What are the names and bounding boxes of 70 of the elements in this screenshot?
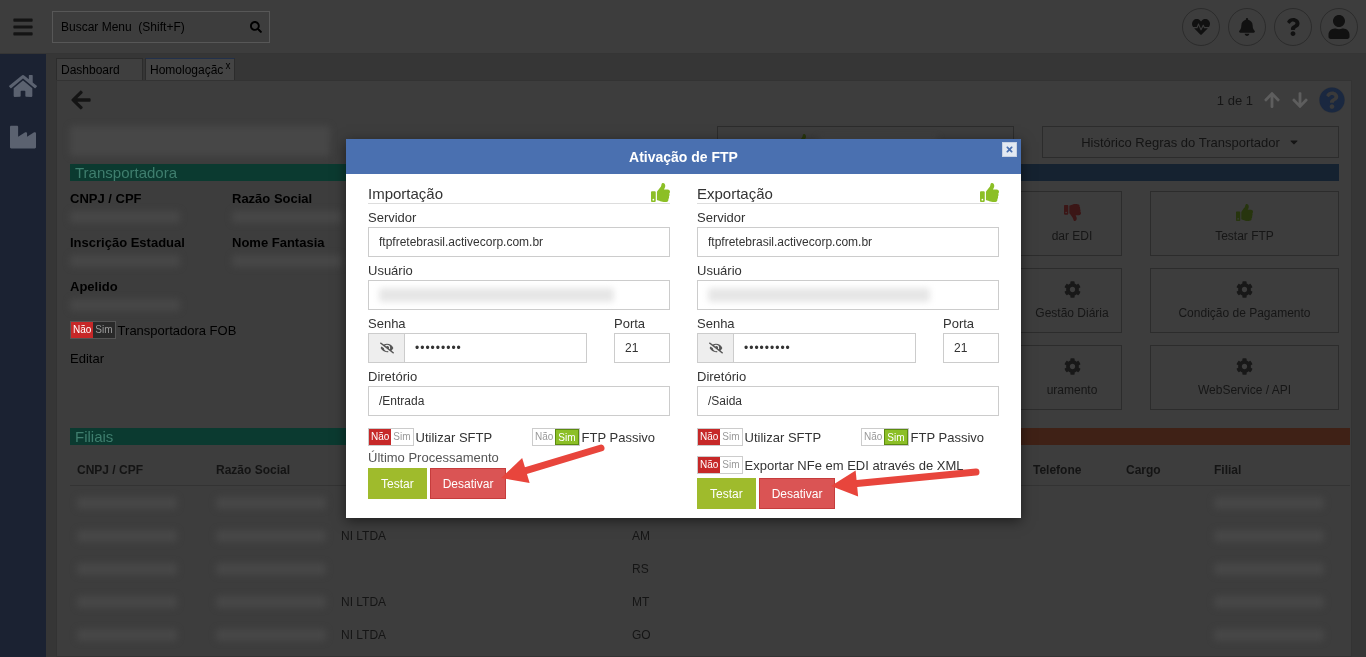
close-button[interactable] xyxy=(1002,142,1017,157)
down-arrow-icon[interactable] xyxy=(1291,91,1309,109)
thumbs-up-icon xyxy=(1236,204,1253,221)
field-label: Senha xyxy=(368,316,407,333)
field-label: Diretório xyxy=(368,369,419,386)
test-button[interactable]: Testar xyxy=(697,478,756,509)
field-label: Inscrição Estadual xyxy=(70,235,185,251)
thumbs-up-icon xyxy=(651,183,670,202)
user-avatar-icon[interactable] xyxy=(1320,7,1358,46)
close-icon xyxy=(1005,145,1014,154)
input-field[interactable] xyxy=(697,280,999,310)
input-field[interactable]: ftpfretebrasil.activecorp.com.br xyxy=(368,227,670,257)
toggle-switch[interactable]: Não Sim xyxy=(697,428,743,446)
field-label: Porta xyxy=(614,316,647,333)
last-run-label: Último Processamento xyxy=(368,450,500,465)
heartbeat-icon[interactable] xyxy=(1182,7,1220,46)
toggle-switch[interactable]: Não Sim xyxy=(861,428,909,446)
field-label: CNPJ / CPF xyxy=(70,191,142,207)
field-label: Senha xyxy=(697,316,736,333)
eye-slash-icon[interactable] xyxy=(697,333,733,363)
search-icon[interactable] xyxy=(250,20,262,33)
toggle-switch[interactable]: Não Sim xyxy=(70,321,116,339)
toggle-label: Exportar NFe em EDI através de XML xyxy=(744,457,964,473)
toggle-label: Utilizar SFTP xyxy=(415,429,493,445)
back-arrow-icon[interactable] xyxy=(70,89,92,111)
field-label: Usuário xyxy=(368,263,414,280)
toggle-switch[interactable]: Não Sim xyxy=(697,456,743,474)
field-label: Nome Fantasia xyxy=(232,235,325,251)
field-label: Razão Social xyxy=(232,191,313,207)
input-field[interactable]: /Saida xyxy=(697,386,999,416)
gear-icon xyxy=(1063,358,1081,375)
deactivate-button[interactable]: Desativar xyxy=(758,478,836,509)
password-field[interactable]: ••••••••• xyxy=(404,333,587,363)
toggle-label: FTP Passivo xyxy=(581,429,656,445)
thumbs-up-icon xyxy=(980,183,999,202)
factory-icon[interactable] xyxy=(10,124,36,150)
gear-icon xyxy=(1063,281,1081,298)
section-title: Exportação xyxy=(697,185,773,202)
field-label: Diretório xyxy=(697,369,748,386)
gear-icon xyxy=(1236,281,1253,298)
input-field[interactable]: ftpfretebrasil.activecorp.com.br xyxy=(697,227,999,257)
toggle-switch[interactable]: Não Sim xyxy=(368,428,414,446)
password-field[interactable]: ••••••••• xyxy=(733,333,916,363)
up-arrow-icon[interactable] xyxy=(1263,91,1281,109)
deactivate-button[interactable]: Desativar xyxy=(429,468,507,499)
field-label: Servidor xyxy=(368,210,418,227)
thumbs-down-icon xyxy=(1063,204,1081,221)
field-label: Porta xyxy=(943,316,976,333)
field-label: Servidor xyxy=(697,210,747,227)
toggle-label: Utilizar SFTP xyxy=(744,429,822,445)
eye-slash-icon[interactable] xyxy=(368,333,404,363)
toggle-label: Transportadora FOB xyxy=(117,322,237,338)
help-icon[interactable] xyxy=(1319,87,1345,113)
input-field[interactable]: /Entrada xyxy=(368,386,670,416)
dialog-title: Ativação de FTP xyxy=(629,148,738,165)
gear-icon xyxy=(1236,358,1253,375)
input-field[interactable]: 21 xyxy=(614,333,670,363)
tab[interactable]: Dashboard xyxy=(56,58,143,80)
home-icon[interactable] xyxy=(9,72,37,100)
section-title: Importação xyxy=(368,185,444,202)
field-label: Apelido xyxy=(70,279,118,295)
input-field[interactable] xyxy=(368,280,670,310)
field-label: Usuário xyxy=(697,263,743,280)
bell-icon[interactable] xyxy=(1228,7,1266,46)
toggle-label: FTP Passivo xyxy=(910,429,985,445)
toggle-switch[interactable]: Não Sim xyxy=(532,428,580,446)
input-field[interactable]: 21 xyxy=(943,333,999,363)
test-button[interactable]: Testar xyxy=(368,468,427,499)
help-icon[interactable] xyxy=(1274,7,1312,46)
search-field[interactable]: Buscar Menu (Shift+F) xyxy=(52,10,270,43)
